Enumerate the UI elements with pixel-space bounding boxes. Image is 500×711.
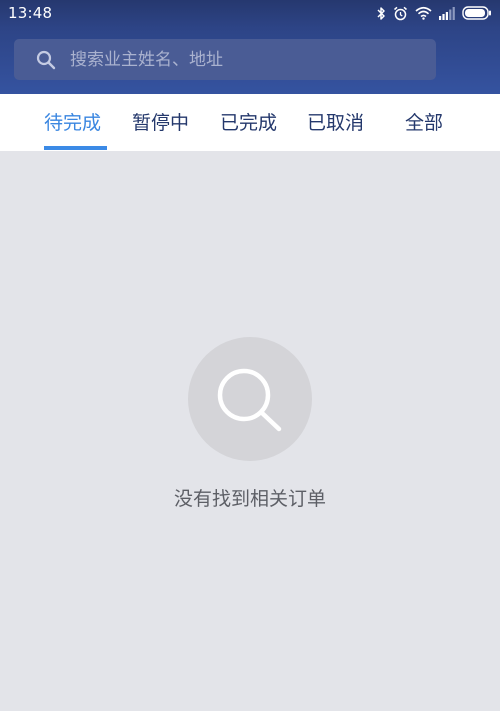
battery-icon — [462, 6, 491, 20]
active-tab-indicator — [44, 146, 107, 150]
wifi-icon — [415, 6, 432, 20]
status-icons — [376, 5, 492, 21]
search-input[interactable] — [70, 39, 420, 80]
search-box[interactable] — [14, 39, 436, 80]
tab-all[interactable]: 全部 — [405, 94, 443, 151]
empty-state-illustration — [188, 337, 312, 461]
status-bar: 13:48 — [0, 0, 500, 26]
tab-paused[interactable]: 暂停中 — [132, 94, 189, 151]
signal-icon — [439, 6, 455, 20]
order-status-tabs: 待完成 暂停中 已完成 已取消 全部 — [0, 94, 500, 151]
alarm-icon — [394, 6, 407, 20]
search-icon — [217, 368, 282, 432]
tab-cancelled[interactable]: 已取消 — [307, 94, 364, 151]
bluetooth-icon — [377, 6, 385, 20]
search-icon — [36, 50, 56, 70]
app-header: 13:48 — [0, 0, 500, 94]
tab-completed[interactable]: 已完成 — [220, 94, 277, 151]
empty-state-message: 没有找到相关订单 — [173, 488, 326, 510]
status-time: 13:48 — [8, 4, 53, 22]
tab-pending[interactable]: 待完成 — [44, 94, 101, 151]
